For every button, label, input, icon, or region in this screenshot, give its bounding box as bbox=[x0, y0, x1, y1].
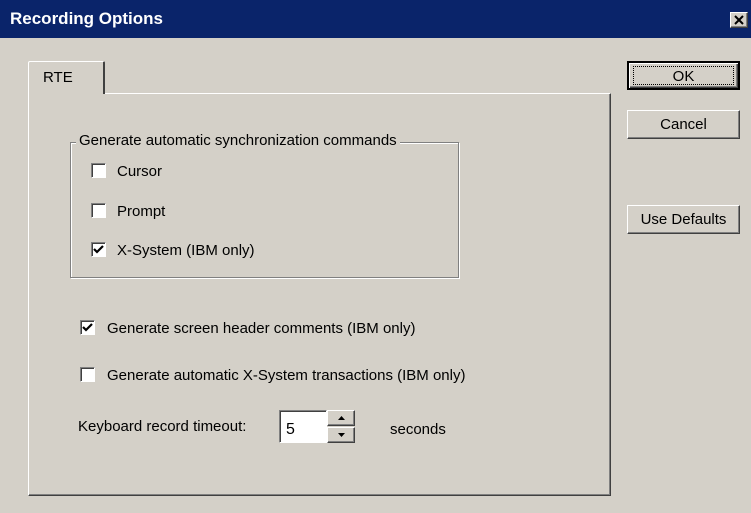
close-button[interactable] bbox=[730, 12, 748, 28]
ok-button[interactable]: OK bbox=[627, 61, 740, 90]
screen-header-comments-label[interactable]: Generate screen header comments (IBM onl… bbox=[107, 320, 415, 337]
screen-header-comments-checkbox[interactable] bbox=[80, 320, 95, 335]
recording-options-dialog: Recording Options RTE Generate automatic… bbox=[0, 0, 751, 513]
timeout-units: seconds bbox=[390, 421, 446, 438]
checkmark-icon bbox=[93, 245, 104, 254]
arrow-up-icon bbox=[338, 416, 345, 420]
keyboard-timeout-input[interactable] bbox=[279, 410, 327, 443]
cursor-checkbox[interactable] bbox=[91, 163, 106, 178]
checkmark-icon bbox=[82, 323, 93, 332]
sync-commands-group-legend: Generate automatic synchronization comma… bbox=[76, 132, 400, 149]
prompt-checkbox-label[interactable]: Prompt bbox=[117, 203, 165, 220]
cursor-checkbox-label[interactable]: Cursor bbox=[117, 163, 162, 180]
window-title: Recording Options bbox=[10, 9, 163, 28]
close-icon bbox=[734, 15, 744, 25]
ok-button-label: OK bbox=[633, 66, 734, 85]
keyboard-timeout-label: Keyboard record timeout: bbox=[78, 418, 247, 435]
x-system-checkbox-label[interactable]: X-System (IBM only) bbox=[117, 242, 255, 259]
tab-rte-label: RTE bbox=[43, 69, 73, 86]
x-system-checkbox[interactable] bbox=[91, 242, 106, 257]
timeout-spin-up-button[interactable] bbox=[327, 410, 355, 426]
x-system-transactions-checkbox[interactable] bbox=[80, 367, 95, 382]
x-system-transactions-label[interactable]: Generate automatic X-System transactions… bbox=[107, 367, 465, 384]
tab-rte[interactable]: RTE bbox=[28, 61, 105, 94]
use-defaults-button[interactable]: Use Defaults bbox=[627, 205, 740, 234]
arrow-down-icon bbox=[338, 433, 345, 437]
title-bar: Recording Options bbox=[0, 0, 751, 38]
timeout-spin-down-button[interactable] bbox=[327, 427, 355, 443]
prompt-checkbox[interactable] bbox=[91, 203, 106, 218]
cancel-button[interactable]: Cancel bbox=[627, 110, 740, 139]
